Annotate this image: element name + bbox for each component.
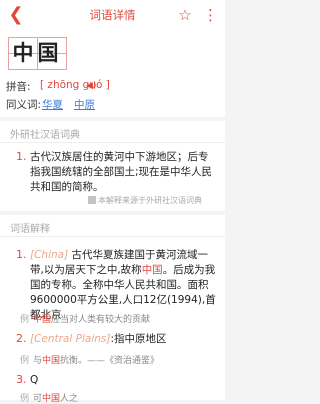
synonym-link[interactable]: 中原	[74, 97, 95, 112]
example-sentence: 例与中国抗衡。——《资治通鉴》	[20, 353, 159, 366]
section-title: 词语解释	[10, 224, 50, 235]
pinyin-label: 拼音:	[6, 81, 31, 93]
definition-body: :指中原地区	[110, 333, 167, 345]
highlight-word: 中国	[42, 394, 61, 404]
definition-number: 1.	[16, 150, 27, 163]
example-label: 例	[20, 315, 30, 325]
word-card: 中国 拼音: [ zhōng guó ] ◀) 同义词: 华夏 中原	[0, 30, 225, 117]
definition-tag: [Central Plains]	[30, 333, 111, 345]
more-menu-icon[interactable]: ⋮	[203, 5, 218, 25]
example-text: 可	[33, 394, 43, 404]
dictionary-section: 外研社汉语词典 1. 古代汉族居住的黄河中下游地区；后专指我国统辖的全部国土;现…	[0, 121, 225, 211]
definition-text: Q	[30, 374, 39, 386]
definition-text: 古代汉族居住的黄河中下游地区；后专指我国统辖的全部国土;现在是中华人民共和国的简…	[30, 151, 213, 193]
definition-number: 1.	[16, 248, 27, 261]
example-text: 抗衡。——《资治通鉴》	[60, 356, 160, 366]
example-text: 应当对人类有较大的贡献	[51, 315, 151, 325]
example-sentence: 例可中国人之	[20, 391, 78, 404]
source-note: 本解释来源于外研社汉语词典	[88, 195, 202, 206]
book-icon	[88, 196, 96, 204]
example-label: 例	[20, 356, 30, 366]
highlight-word: 中国	[141, 264, 163, 276]
star-icon[interactable]: ☆	[175, 5, 195, 25]
highlight-word: 中国	[42, 356, 61, 366]
example-text: 与	[33, 356, 43, 366]
highlight-word: 中国	[33, 315, 52, 325]
speaker-icon[interactable]: ◀)	[86, 80, 98, 92]
example-text: 人之	[60, 394, 79, 404]
definition-tag: [China]	[30, 249, 69, 261]
explanation-section: 词语解释 1. [China] 古代华夏族建国于黄河流域一带,以为居天下之中,故…	[0, 215, 225, 404]
divider	[0, 142, 225, 143]
source-text: 本解释来源于外研社汉语词典	[98, 196, 202, 205]
synonym-label: 同义词:	[6, 99, 42, 111]
word-characters: 中国	[8, 37, 67, 70]
section-title: 外研社汉语词典	[10, 130, 80, 141]
synonym-link[interactable]: 华夏	[42, 97, 63, 112]
definition-number: 3.	[16, 373, 27, 386]
example-label: 例	[20, 394, 30, 404]
example-sentence: 例中国应当对人类有较大的贡献	[20, 312, 150, 325]
pinyin-value: [ zhōng guó ]	[40, 79, 110, 91]
definition-number: 2.	[16, 332, 27, 345]
divider	[0, 236, 225, 237]
top-bar: ❮ 词语详情 ☆ ⋮	[0, 0, 225, 31]
definition-text: [Central Plains]:指中原地区	[30, 332, 220, 347]
